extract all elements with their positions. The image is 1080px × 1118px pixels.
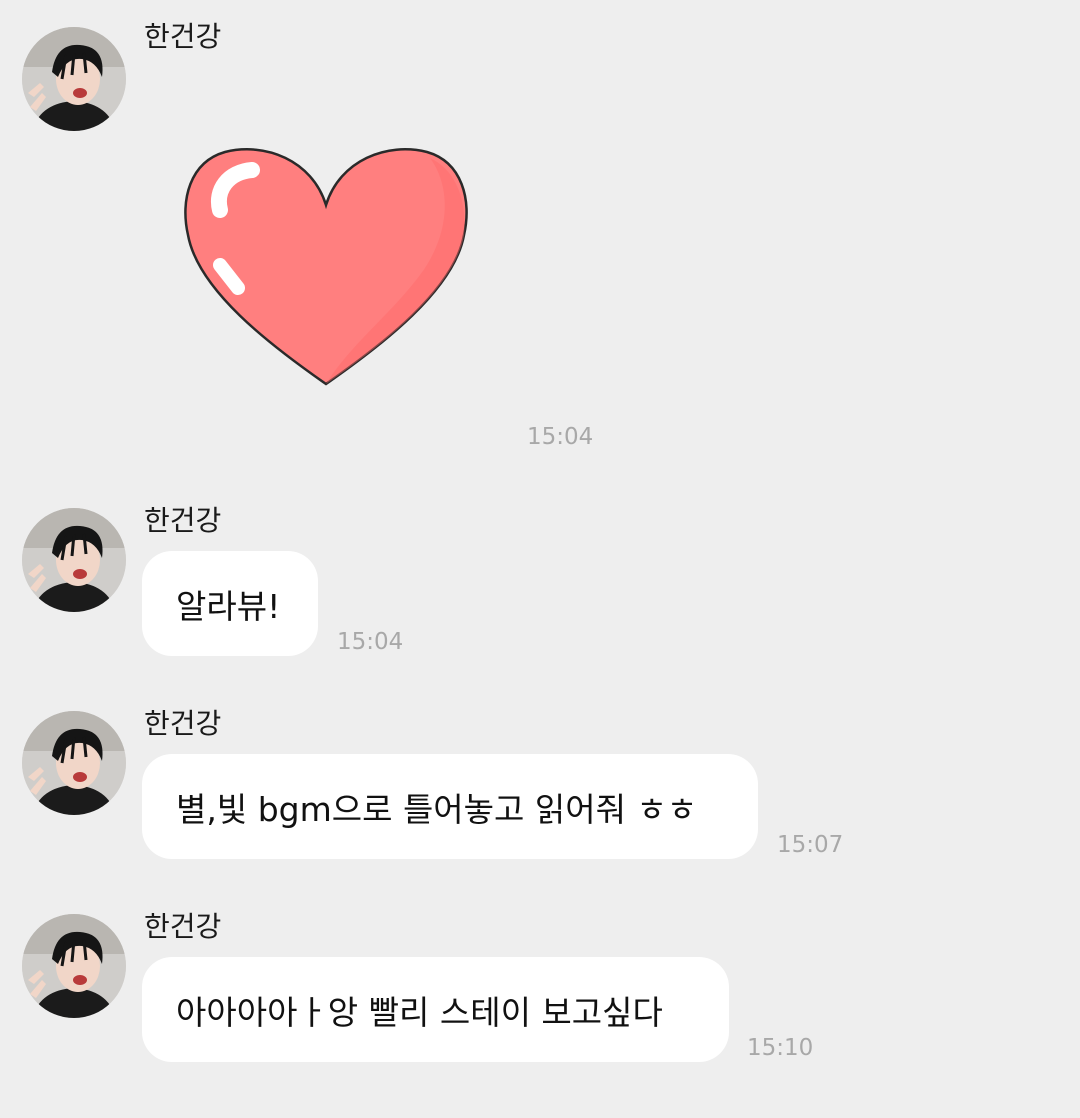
timestamp: 15:04 (527, 424, 594, 450)
sender-name: 한건강 (144, 20, 222, 53)
avatar-photo-icon (22, 27, 126, 131)
avatar-photo-icon (22, 711, 126, 815)
sender-name: 한건강 (144, 910, 222, 943)
avatar[interactable] (22, 914, 126, 1018)
avatar[interactable] (22, 508, 126, 612)
message-group: 한건강 아아아아ㅏ앙 빨리 스테이 보고싶다 15:10 (0, 911, 1080, 1076)
message-group: 한건강 15:04 (0, 0, 1080, 460)
avatar[interactable] (22, 27, 126, 131)
avatar-photo-icon (22, 914, 126, 1018)
timestamp: 15:10 (747, 1035, 814, 1061)
heart-sticker[interactable] (180, 140, 472, 390)
timestamp: 15:07 (777, 832, 844, 858)
message-group: 한건강 별,빛 bgm으로 틀어놓고 읽어줘 ㅎㅎ 15:07 (0, 708, 1080, 868)
avatar[interactable] (22, 711, 126, 815)
message-group: 한건강 알라뷰! 15:04 (0, 505, 1080, 665)
sender-name: 한건강 (144, 707, 222, 740)
message-bubble[interactable]: 아아아아ㅏ앙 빨리 스테이 보고싶다 (142, 957, 729, 1062)
message-bubble[interactable]: 별,빛 bgm으로 틀어놓고 읽어줘 ㅎㅎ (142, 754, 758, 859)
sender-name: 한건강 (144, 504, 222, 537)
avatar-photo-icon (22, 508, 126, 612)
timestamp: 15:04 (337, 629, 404, 655)
message-bubble[interactable]: 알라뷰! (142, 551, 318, 656)
